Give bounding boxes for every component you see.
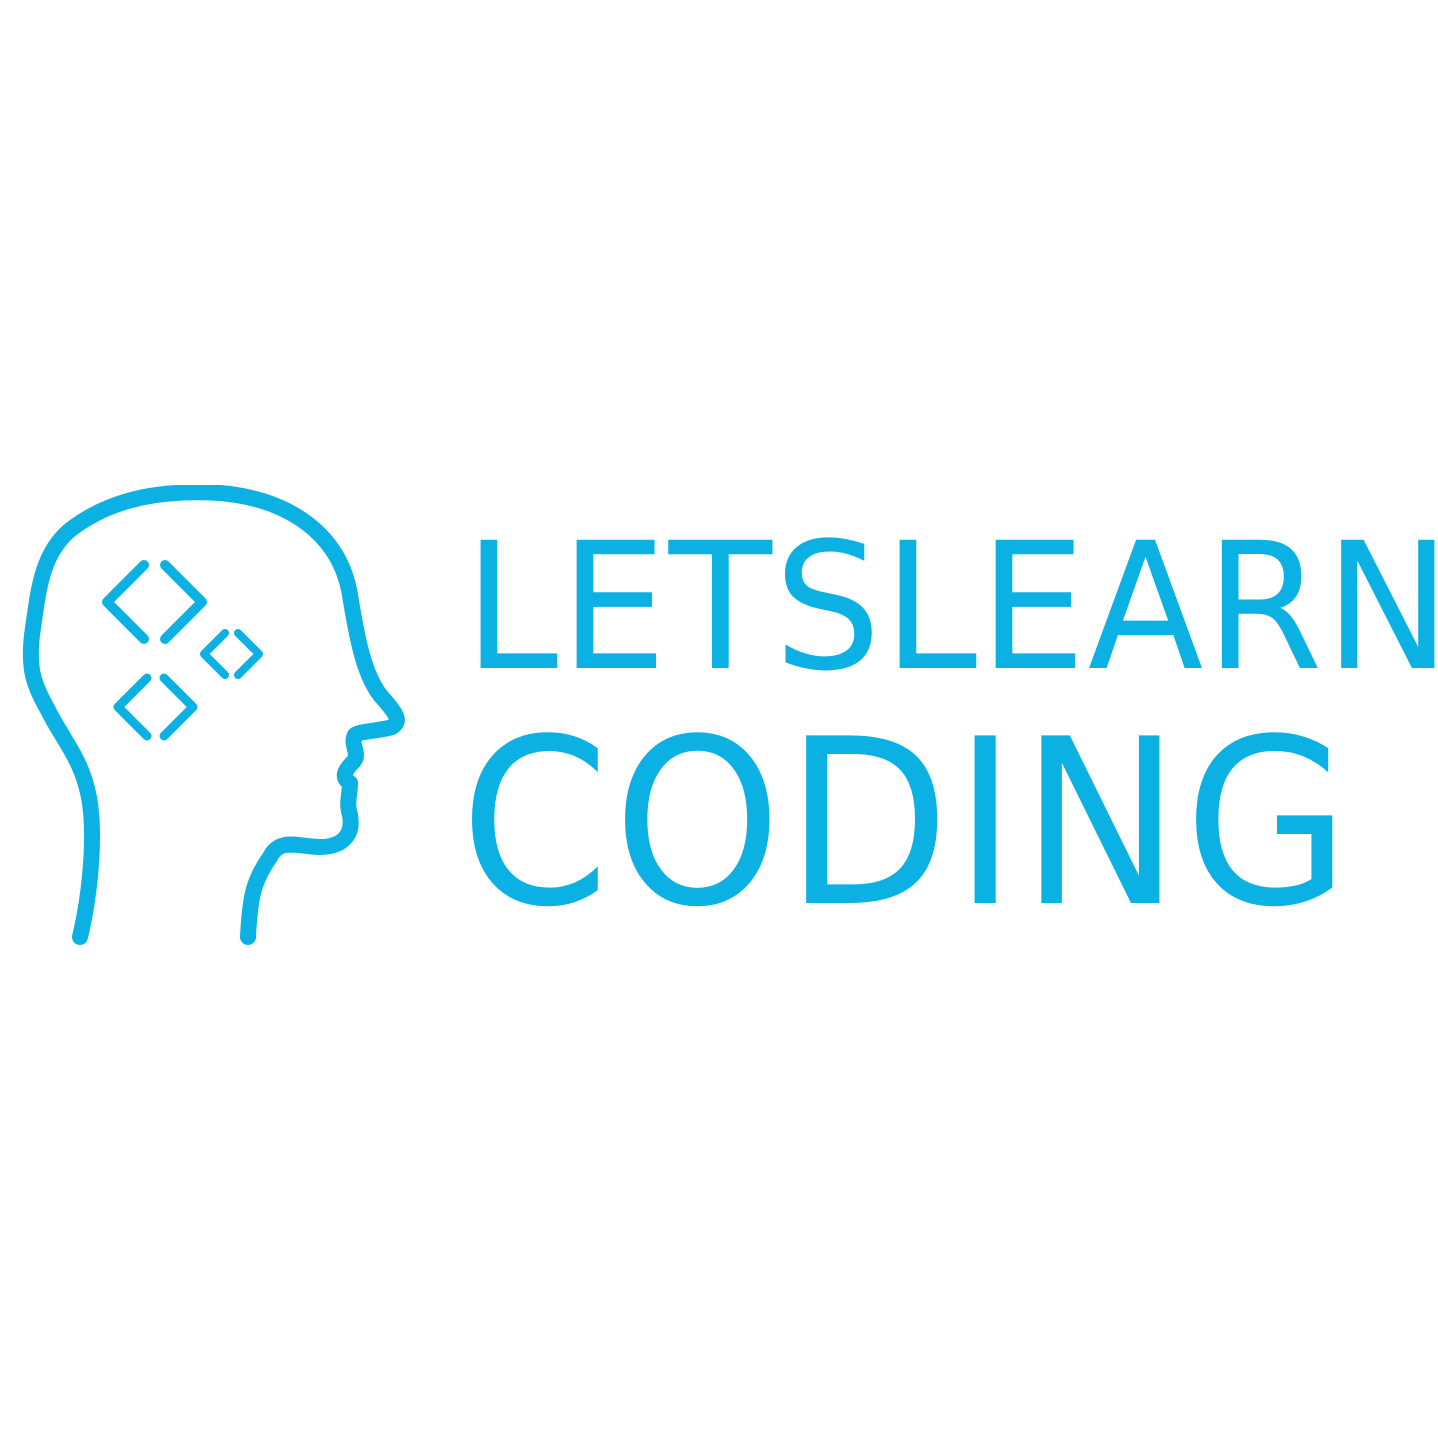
letslearn-coding-logo: LETSLEARN CODING [0,0,1438,1438]
wordmark: LETSLEARN CODING [456,520,1438,958]
code-brackets-icon [200,629,263,679]
code-brackets-icon [113,673,198,741]
wordmark-line-letslearn: LETSLEARN [464,505,1438,710]
head-outline [22,485,405,945]
head-profile-icon [22,485,405,945]
wordmark-line-coding: CODING [460,691,1354,958]
code-brackets-icon [102,560,207,644]
